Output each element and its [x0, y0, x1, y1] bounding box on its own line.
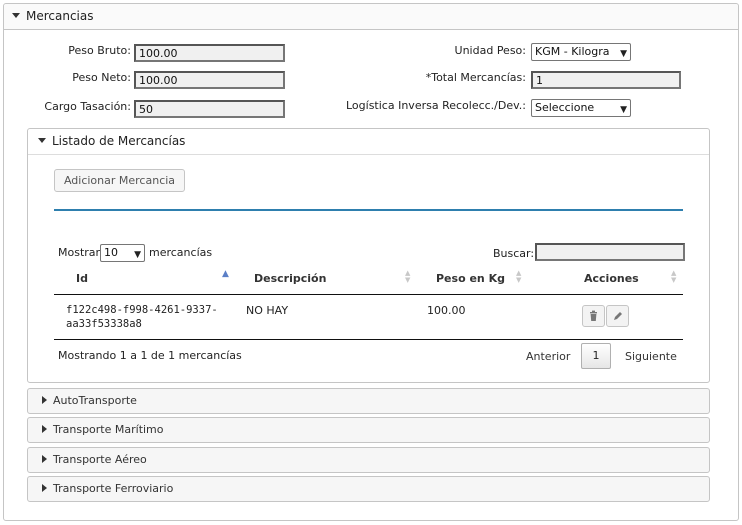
cargo-tasacion-label: Cargo Tasación:: [44, 100, 131, 113]
expand-arrow-icon: [42, 484, 47, 492]
section-transporte-aereo[interactable]: Transporte Aéreo: [27, 447, 710, 473]
cell-peso: 100.00: [427, 304, 466, 317]
peso-neto-label: Peso Neto:: [72, 71, 131, 84]
edit-button[interactable]: [606, 305, 629, 327]
pagination-page-1[interactable]: 1: [581, 343, 611, 369]
section-label: AutoTransporte: [53, 394, 137, 407]
chevron-down-icon: ▼: [620, 105, 627, 115]
page-length-select[interactable]: 10 ▼: [100, 244, 145, 262]
show-suffix: mercancías: [149, 246, 213, 259]
section-label: Transporte Ferroviario: [53, 482, 174, 495]
listado-title: Listado de Mercancías: [52, 134, 186, 148]
unidad-peso-label: Unidad Peso:: [454, 44, 526, 57]
mercancias-panel-header[interactable]: Mercancias: [4, 4, 738, 30]
table-footer-rule: [54, 339, 683, 340]
peso-bruto-label: Peso Bruto:: [68, 44, 131, 57]
pagination-previous[interactable]: Anterior: [526, 350, 570, 363]
total-mercancias-label: *Total Mercancías:: [425, 71, 526, 84]
logistica-label: Logística Inversa Recolecc./Dev.:: [346, 99, 526, 112]
section-autotransporte[interactable]: AutoTransporte: [27, 388, 710, 414]
column-header-id[interactable]: Id: [76, 272, 88, 285]
section-label: Transporte Aéreo: [53, 453, 147, 466]
table-row: f122c498-f998-4261-9337- aa33f53338a8 NO …: [54, 295, 683, 339]
search-input[interactable]: [535, 243, 685, 261]
expand-arrow-icon: [42, 396, 47, 404]
cargo-tasacion-input[interactable]: [134, 100, 285, 118]
sort-both-icon: ▲ ▼: [405, 269, 411, 284]
section-label: Transporte Marítimo: [53, 423, 164, 436]
column-header-peso[interactable]: Peso en Kg: [436, 272, 505, 285]
chevron-down-icon: ▼: [134, 250, 141, 260]
expand-arrow-icon: [42, 425, 47, 433]
pagination-next[interactable]: Siguiente: [625, 350, 677, 363]
listado-panel-header[interactable]: Listado de Mercancías: [28, 129, 709, 155]
total-mercancias-input[interactable]: [531, 71, 681, 89]
logistica-value: Seleccione: [535, 101, 595, 114]
cell-id: f122c498-f998-4261-9337- aa33f53338a8: [66, 304, 218, 330]
trash-icon: [590, 310, 597, 321]
peso-bruto-input[interactable]: [134, 44, 285, 62]
divider: [54, 209, 683, 211]
expand-arrow-icon: [42, 455, 47, 463]
sort-both-icon: ▲ ▼: [671, 269, 677, 284]
page-length-value: 10: [104, 246, 118, 259]
unidad-peso-select[interactable]: KGM - Kilogra ▼: [531, 43, 631, 61]
table-info: Mostrando 1 a 1 de 1 mercancías: [58, 349, 242, 362]
peso-neto-input[interactable]: [134, 71, 285, 89]
collapse-arrow-icon: [12, 13, 20, 18]
logistica-select[interactable]: Seleccione ▼: [531, 99, 631, 117]
column-header-descripcion[interactable]: Descripción: [254, 272, 326, 285]
add-mercancia-button[interactable]: Adicionar Mercancia: [54, 169, 185, 192]
sort-asc-icon: ▲: [222, 269, 229, 279]
pencil-icon: [614, 312, 622, 320]
show-prefix: Mostrar: [58, 246, 101, 259]
delete-button[interactable]: [582, 305, 605, 327]
column-header-acciones[interactable]: Acciones: [584, 272, 639, 285]
search-label: Buscar:: [493, 247, 535, 260]
panel-title: Mercancias: [26, 9, 94, 23]
section-transporte-ferroviario[interactable]: Transporte Ferroviario: [27, 476, 710, 502]
unidad-peso-value: KGM - Kilogra: [535, 45, 610, 58]
sort-both-icon: ▲ ▼: [516, 269, 522, 284]
collapse-arrow-icon: [38, 138, 46, 143]
listado-panel: Listado de Mercancías Adicionar Mercanci…: [27, 128, 710, 383]
section-transporte-maritimo[interactable]: Transporte Marítimo: [27, 417, 710, 443]
chevron-down-icon: ▼: [620, 49, 627, 59]
cell-descripcion: NO HAY: [246, 304, 289, 317]
